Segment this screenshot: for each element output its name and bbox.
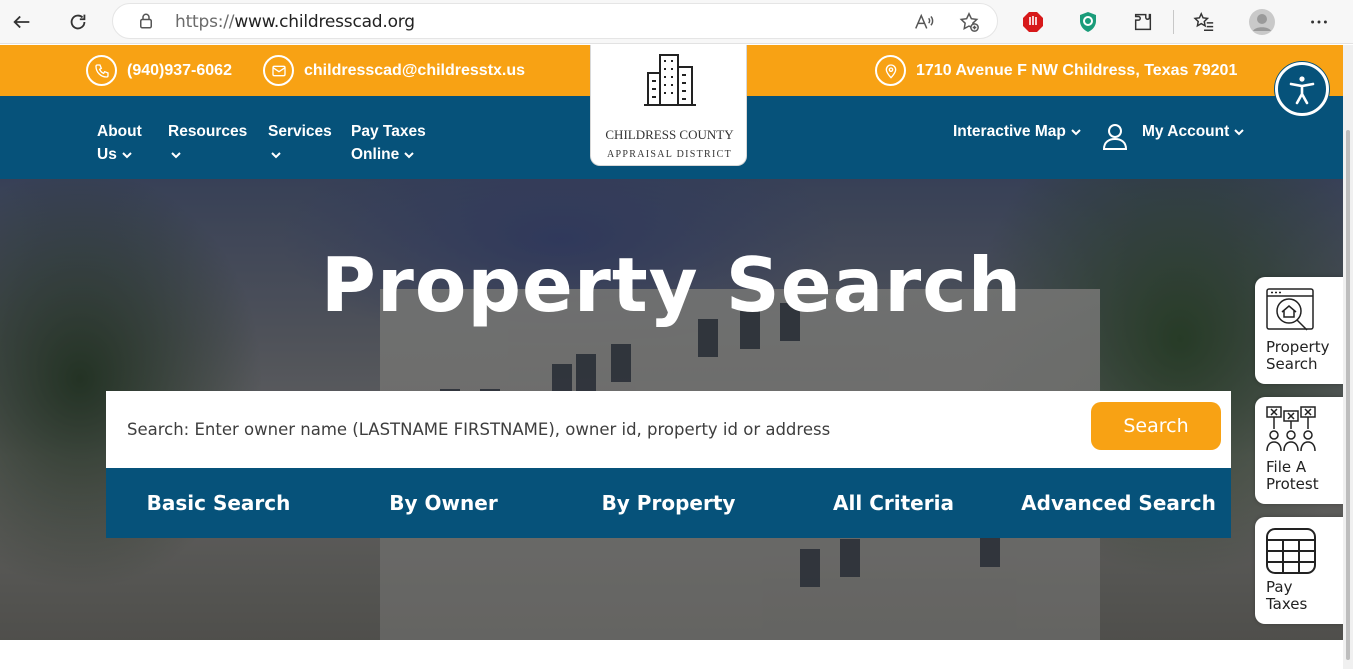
nav-resources[interactable]: Resources bbox=[168, 120, 247, 166]
accessibility-icon bbox=[1289, 76, 1315, 105]
tab-by-owner[interactable]: By Owner bbox=[331, 468, 556, 538]
extensions-icon[interactable] bbox=[1129, 8, 1157, 36]
adblock-extension-icon[interactable] bbox=[1019, 8, 1047, 36]
chevron-down-icon bbox=[171, 152, 181, 159]
address-link[interactable]: 1710 Avenue F NW Childress, Texas 79201 bbox=[875, 45, 1237, 96]
nav-pay-taxes-online[interactable]: Pay Taxes Online bbox=[351, 120, 426, 166]
chevron-down-icon bbox=[404, 152, 414, 159]
nav-my-account[interactable]: My Account bbox=[1142, 120, 1245, 143]
nav-interactive-map[interactable]: Interactive Map bbox=[953, 120, 1082, 143]
toolbar-separator bbox=[1173, 10, 1174, 34]
email-icon bbox=[263, 55, 294, 86]
email-text: childresscad@childresstx.us bbox=[304, 61, 526, 79]
protest-crowd-icon bbox=[1266, 406, 1316, 452]
shield-extension-icon[interactable] bbox=[1074, 8, 1102, 36]
refresh-button[interactable] bbox=[60, 4, 96, 40]
user-icon[interactable] bbox=[1102, 122, 1128, 150]
chevron-down-icon bbox=[271, 152, 281, 159]
favorites-icon[interactable] bbox=[1190, 8, 1218, 36]
tab-all-criteria[interactable]: All Criteria bbox=[781, 468, 1006, 538]
search-tabs: Basic Search By Owner By Property All Cr… bbox=[106, 468, 1231, 538]
scrollbar-thumb[interactable] bbox=[1346, 130, 1350, 660]
nav-about-us[interactable]: About Us bbox=[97, 120, 142, 166]
tab-advanced-search[interactable]: Advanced Search bbox=[1006, 468, 1231, 538]
address-text: 1710 Avenue F NW Childress, Texas 79201 bbox=[916, 61, 1238, 79]
search-input[interactable] bbox=[106, 391, 1086, 468]
nav-services[interactable]: Services bbox=[268, 120, 332, 166]
accessibility-button[interactable] bbox=[1275, 62, 1329, 116]
chevron-down-icon bbox=[122, 152, 132, 159]
side-file-protest-label: File A Protest bbox=[1266, 458, 1319, 493]
search-button[interactable]: Search bbox=[1091, 402, 1221, 450]
side-pay-taxes[interactable]: Pay Taxes bbox=[1255, 517, 1343, 624]
location-pin-icon bbox=[875, 55, 906, 86]
side-pay-taxes-label: Pay Taxes bbox=[1266, 578, 1308, 613]
side-property-search[interactable]: Property Search bbox=[1255, 277, 1343, 384]
profile-avatar-icon[interactable] bbox=[1248, 8, 1276, 36]
logo-line1: CHILDRESS COUNTY bbox=[605, 127, 734, 142]
city-buildings-icon bbox=[644, 54, 696, 106]
logo-line2: APPRAISAL DISTRICT bbox=[607, 149, 732, 160]
address-bar[interactable]: https://www.childresscad.org bbox=[112, 3, 998, 39]
phone-link[interactable]: (940)937-6062 bbox=[86, 45, 232, 96]
browser-toolbar: https://www.childresscad.org bbox=[0, 0, 1353, 44]
chevron-down-icon bbox=[1234, 129, 1244, 136]
back-arrow-icon bbox=[13, 15, 30, 29]
lock-icon bbox=[140, 13, 152, 29]
tab-basic-search[interactable]: Basic Search bbox=[106, 468, 331, 538]
house-search-icon bbox=[1266, 288, 1314, 331]
search-panel: Search bbox=[106, 391, 1231, 468]
more-menu-icon[interactable] bbox=[1305, 8, 1333, 36]
grid-table-icon bbox=[1266, 528, 1316, 574]
side-file-protest[interactable]: File A Protest bbox=[1255, 397, 1343, 504]
url-text: https://www.childresscad.org bbox=[175, 12, 415, 32]
refresh-icon bbox=[70, 14, 86, 30]
read-aloud-icon[interactable] bbox=[913, 11, 935, 33]
email-link[interactable]: childresscad@childresstx.us bbox=[263, 45, 525, 96]
favorite-add-icon[interactable] bbox=[958, 11, 980, 33]
site-logo[interactable]: CHILDRESS COUNTY APPRAISAL DISTRICT bbox=[590, 45, 747, 166]
back-button[interactable] bbox=[4, 4, 40, 40]
page-title: Property Search bbox=[320, 241, 1023, 329]
side-property-search-label: Property Search bbox=[1266, 338, 1330, 373]
tab-by-property[interactable]: By Property bbox=[556, 468, 781, 538]
phone-icon bbox=[86, 55, 117, 86]
phone-text: (940)937-6062 bbox=[127, 61, 232, 79]
chevron-down-icon bbox=[1071, 129, 1081, 136]
